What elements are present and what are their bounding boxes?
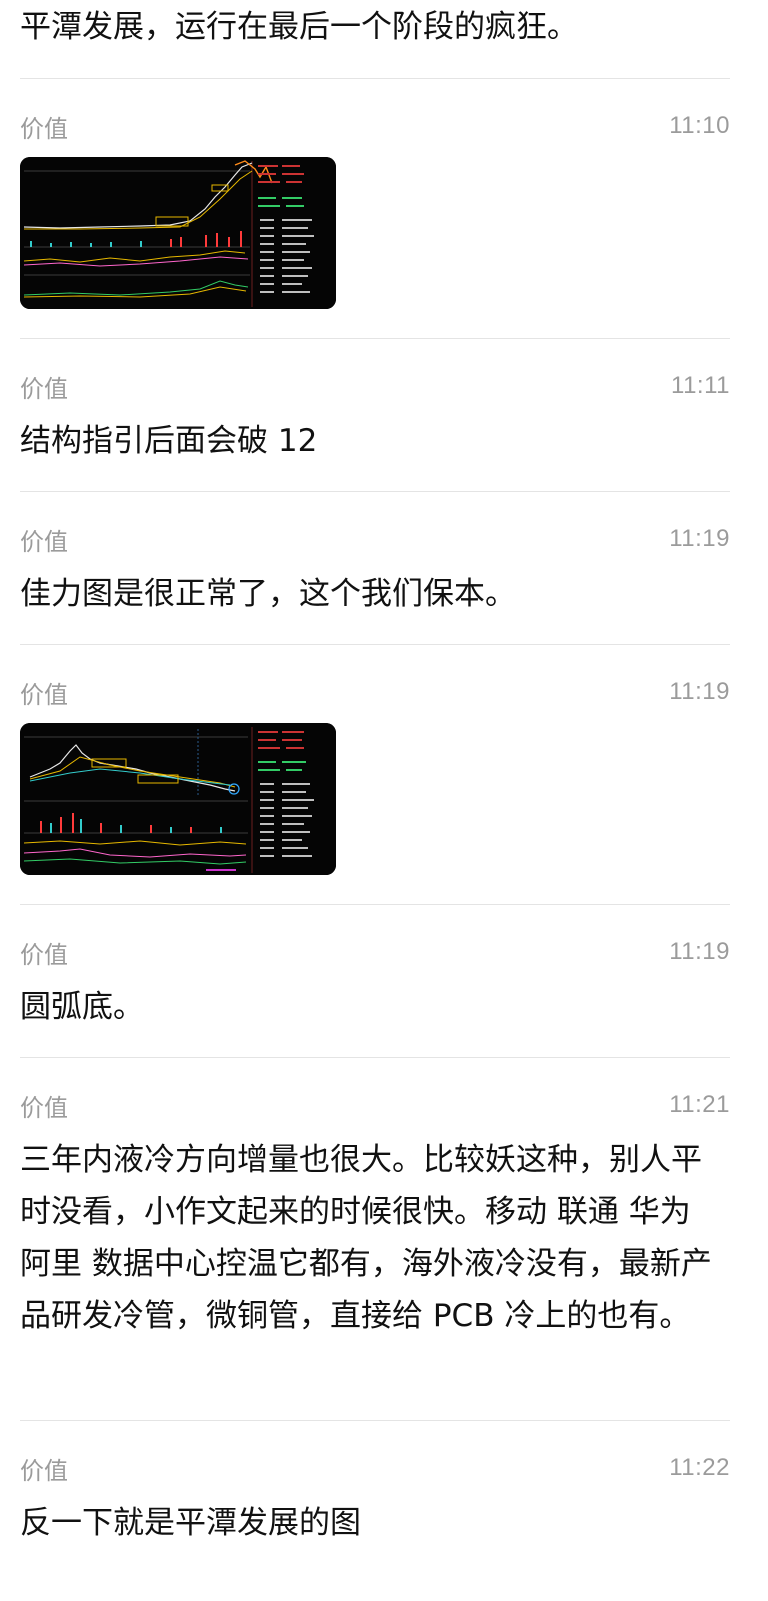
sender-name: 价值 bbox=[20, 1093, 68, 1122]
message-time: 11:11 bbox=[671, 372, 730, 399]
message-text: 三年内液冷方向增量也很大。比较妖这种，别人平时没看，小作文起来的时候很快。移动 … bbox=[20, 1142, 712, 1334]
sender-name: 价值 bbox=[20, 527, 68, 556]
message-item[interactable]: 价值 11:10 bbox=[0, 79, 768, 338]
message-text: 结构指引后面会破 12 bbox=[20, 423, 318, 459]
message-item[interactable]: 价值 11:22 反一下就是平潭发展的图 bbox=[0, 1421, 768, 1573]
message-time: 11:19 bbox=[669, 525, 730, 552]
sender-name: 价值 bbox=[20, 940, 68, 969]
message-feed: 平潭发展，运行在最后一个阶段的疯狂。 价值 11:10 价值 11:11 结构指… bbox=[0, 0, 768, 1573]
stock-chart-image bbox=[20, 723, 336, 875]
message-item[interactable]: 价值 11:19 佳力图是很正常了，这个我们保本。 bbox=[0, 492, 768, 644]
sender-name: 价值 bbox=[20, 680, 68, 709]
message-time: 11:21 bbox=[669, 1091, 730, 1118]
message-text: 反一下就是平潭发展的图 bbox=[20, 1505, 361, 1541]
stock-chart-image bbox=[20, 157, 336, 309]
stock-chart-thumbnail[interactable] bbox=[20, 157, 336, 309]
message-time: 11:19 bbox=[669, 938, 730, 965]
message-time: 11:22 bbox=[669, 1454, 730, 1481]
message-item[interactable]: 价值 11:21 三年内液冷方向增量也很大。比较妖这种，别人平时没看，小作文起来… bbox=[0, 1058, 768, 1420]
sender-name: 价值 bbox=[20, 1456, 68, 1485]
message-item[interactable]: 价值 11:19 bbox=[0, 645, 768, 904]
message-text: 圆弧底。 bbox=[20, 989, 144, 1025]
message-time: 11:10 bbox=[669, 112, 730, 139]
message-item[interactable]: 价值 11:19 圆弧底。 bbox=[0, 905, 768, 1057]
sender-name: 价值 bbox=[20, 114, 68, 143]
sender-name: 价值 bbox=[20, 374, 68, 403]
stock-chart-thumbnail[interactable] bbox=[20, 723, 336, 875]
message-text-continued: 平潭发展，运行在最后一个阶段的疯狂。 bbox=[20, 9, 578, 45]
message-time: 11:19 bbox=[669, 678, 730, 705]
message-text: 佳力图是很正常了，这个我们保本。 bbox=[20, 576, 516, 612]
message-item[interactable]: 价值 11:11 结构指引后面会破 12 bbox=[0, 339, 768, 491]
